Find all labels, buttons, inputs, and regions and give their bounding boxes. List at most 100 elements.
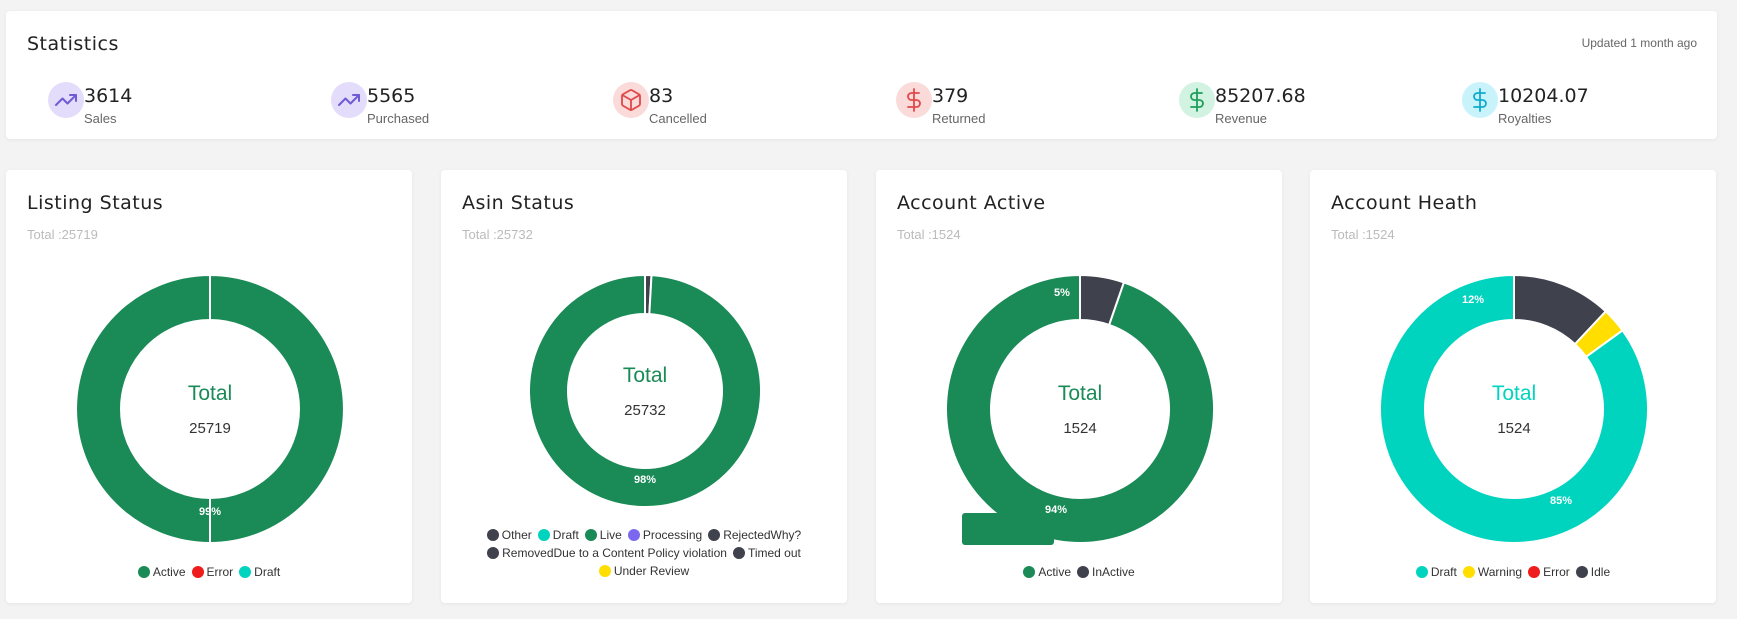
- legend-label: Under Review: [613, 564, 690, 578]
- legend-label: RejectedWhy?: [723, 528, 802, 542]
- stat-label: Royalties: [1498, 111, 1552, 126]
- stat-value: 10204.07: [1498, 85, 1589, 107]
- statistics-title: Statistics: [27, 33, 119, 55]
- updated-timestamp: Updated 1 month ago: [1581, 36, 1697, 50]
- center-value: 25719: [189, 420, 231, 437]
- stat-value: 85207.68: [1215, 85, 1306, 107]
- center-label: Total: [1058, 382, 1102, 405]
- stat-label: Revenue: [1215, 111, 1268, 126]
- listing-status-card: Listing Status Total :25719 Total 25719 99…: [6, 170, 412, 603]
- legend-item[interactable]: Idle: [1575, 563, 1611, 581]
- center-label: Total: [1492, 382, 1536, 405]
- legend-item[interactable]: Draft: [239, 563, 280, 581]
- legend-item[interactable]: Other: [486, 526, 532, 544]
- legend-dot-icon: [627, 529, 640, 541]
- legend-dot-icon: [1462, 566, 1475, 578]
- box-icon: [613, 82, 649, 118]
- legend-label: Active: [152, 565, 186, 579]
- legend-dot-icon: [487, 547, 500, 559]
- legend-item[interactable]: Draft: [537, 526, 579, 544]
- legend-dot-icon: [1023, 566, 1036, 578]
- center-value: 25732: [624, 402, 666, 419]
- legend-item[interactable]: Warning: [1462, 563, 1523, 581]
- dollar-icon: [896, 82, 932, 118]
- stat-cancelled: 83 Cancelled: [613, 75, 853, 126]
- center-value: 1524: [1497, 420, 1530, 437]
- legend-dot-icon: [598, 565, 611, 577]
- legend-label: Idle: [1590, 565, 1611, 579]
- stat-sales: 3614 Sales: [48, 75, 288, 126]
- chart-legend: Other Draft Live Processing RejectedWhy? Remo…: [451, 526, 837, 580]
- percentage-label: 5%: [1054, 287, 1070, 299]
- center-label: Total: [623, 364, 667, 387]
- stat-purchased: 5565 Purchased: [331, 75, 571, 126]
- asin-status-card: Asin Status Total :25732 Total 25732 98% O…: [441, 170, 847, 603]
- legend-label: Draft: [254, 565, 281, 579]
- chart-legend: Draft Warning Error Idle: [1320, 563, 1706, 581]
- legend-item[interactable]: RejectedWhy?: [708, 526, 801, 544]
- percentage-label: 98%: [634, 474, 656, 486]
- center-value: 1524: [1063, 420, 1096, 437]
- legend-item[interactable]: Processing: [627, 526, 703, 544]
- stat-revenue: 85207.68 Revenue: [1179, 75, 1419, 126]
- legend-label: Processing: [642, 528, 703, 542]
- chart-legend: Active InActive: [886, 563, 1272, 581]
- legend-item[interactable]: Error: [1528, 563, 1570, 581]
- legend-item[interactable]: Live: [584, 526, 622, 544]
- donut-slice-live[interactable]: [528, 273, 762, 508]
- account-active-card: Account Active Total :1524 Total 1524 5% 94…: [876, 170, 1282, 603]
- legend-dot-icon: [732, 547, 745, 559]
- stat-value: 379: [932, 85, 969, 107]
- legend-item[interactable]: Timed out: [732, 544, 801, 562]
- legend-label: InActive: [1092, 565, 1135, 579]
- stat-label: Returned: [932, 111, 986, 126]
- legend-item[interactable]: Active: [137, 563, 186, 581]
- account-active-donut: Total15245%94%: [945, 273, 1215, 544]
- stat-returned: 379 Returned: [896, 75, 1136, 126]
- legend-dot-icon: [584, 529, 597, 541]
- legend-dot-icon: [191, 566, 204, 578]
- stat-royalties: 10204.07 Royalties: [1462, 75, 1702, 126]
- legend-label: Error: [206, 565, 234, 579]
- legend-label: Other: [501, 528, 532, 542]
- legend-label: Draft: [1430, 565, 1457, 579]
- legend-item[interactable]: Draft: [1415, 563, 1457, 581]
- legend-dot-icon: [1528, 566, 1541, 578]
- legend-label: Error: [1543, 565, 1570, 579]
- account-heath-donut: Total 1524 12% 85%: [1379, 273, 1649, 544]
- donut-slice-active[interactable]: [945, 273, 1215, 544]
- chart-legend: Active Error Draft: [16, 563, 402, 581]
- trending-up-icon: [48, 82, 84, 118]
- stat-label: Sales: [84, 111, 117, 126]
- legend-label: Warning: [1477, 565, 1523, 579]
- percentage-label: 12%: [1462, 294, 1484, 306]
- legend-label: Draft: [552, 528, 579, 542]
- legend-label: Timed out: [747, 546, 801, 560]
- chart-tooltip: [962, 513, 1054, 545]
- percentage-label: 99%: [199, 506, 221, 518]
- stat-value: 3614: [84, 85, 133, 107]
- stat-value: 83: [649, 85, 674, 107]
- legend-dot-icon: [239, 566, 252, 578]
- legend-label: RemovedDue to a Content Policy violation: [502, 546, 727, 560]
- legend-label: Active: [1038, 565, 1071, 579]
- dollar-icon: [1462, 82, 1498, 118]
- legend-dot-icon: [708, 529, 721, 541]
- account-heath-card: Account Heath Total :1524 Total 1524 12% 85…: [1310, 170, 1716, 603]
- legend-label: Live: [599, 528, 622, 542]
- legend-item[interactable]: Under Review: [598, 562, 690, 580]
- legend-item[interactable]: Error: [191, 563, 234, 581]
- legend-dot-icon: [137, 566, 150, 578]
- listing-status-donut: Total 25719 99%: [74, 273, 345, 545]
- legend-item[interactable]: InActive: [1077, 563, 1135, 581]
- stat-label: Purchased: [367, 111, 430, 126]
- stat-label: Cancelled: [649, 111, 707, 126]
- legend-dot-icon: [537, 529, 550, 541]
- legend-dot-icon: [1415, 566, 1428, 578]
- percentage-label: 85%: [1550, 495, 1572, 507]
- statistics-card: Statistics Updated 1 month ago 3614 Sale…: [6, 11, 1717, 139]
- legend-dot-icon: [486, 529, 499, 541]
- legend-item[interactable]: Active: [1023, 563, 1071, 581]
- dollar-icon: [1179, 82, 1215, 118]
- legend-item[interactable]: RemovedDue to a Content Policy violation: [487, 544, 727, 562]
